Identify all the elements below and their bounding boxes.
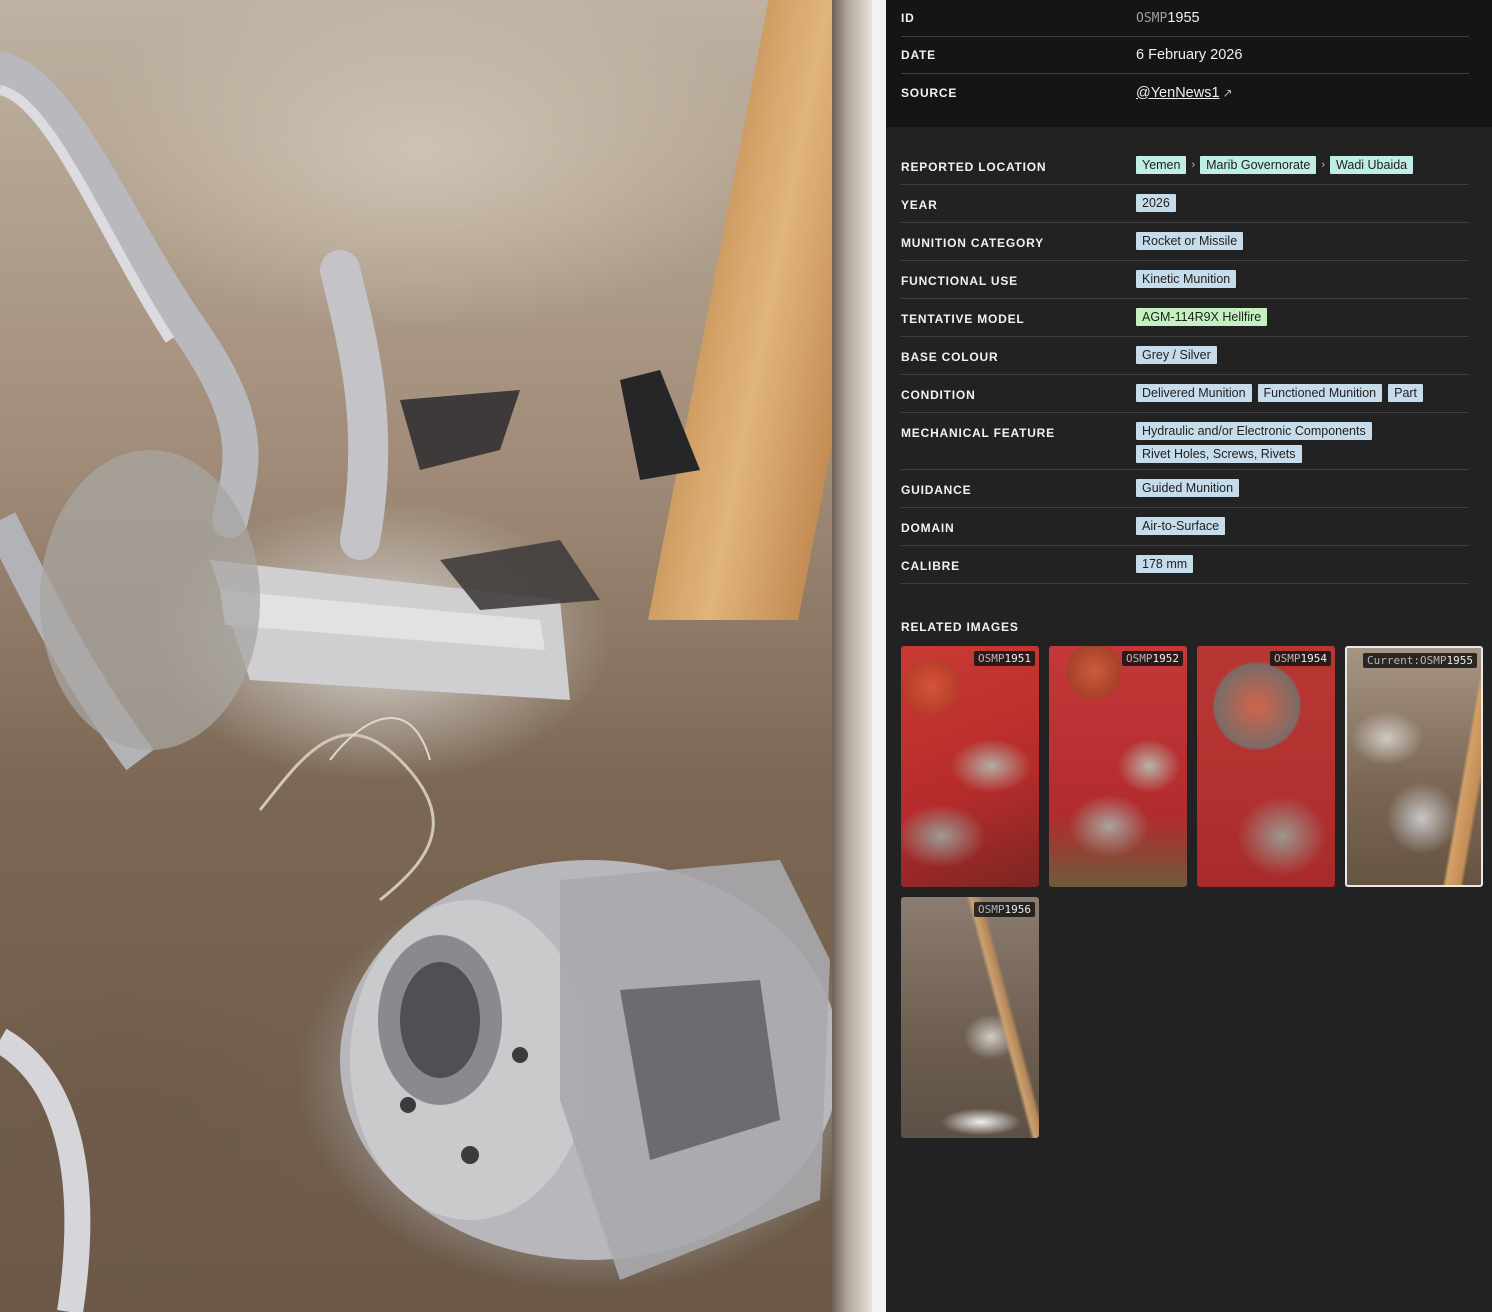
colour-row: BASE COLOUR Grey / Silver <box>901 337 1469 375</box>
condition-tag[interactable]: Functioned Munition <box>1257 384 1383 402</box>
photo-blurred-edge <box>832 0 872 1312</box>
guidance-tag[interactable]: Guided Munition <box>1136 479 1240 497</box>
thumbnail-caption: OSMP1952 <box>1122 651 1183 666</box>
domain-row: DOMAIN Air-to-Surface <box>901 508 1469 546</box>
id-label: ID <box>901 11 915 25</box>
condition-row: CONDITION Delivered Munition Functioned … <box>901 375 1469 413</box>
location-tag-place[interactable]: Wadi Ubaida <box>1330 156 1414 174</box>
functional-use-tag[interactable]: Kinetic Munition <box>1136 270 1237 288</box>
location-row: REPORTED LOCATION Yemen › Marib Governor… <box>901 147 1469 185</box>
category-tag[interactable]: Rocket or Missile <box>1136 232 1244 250</box>
thumbnail-caption: OSMP1951 <box>974 651 1035 666</box>
detail-panel: ID OSMP1955 DATE 6 February 2026 SOURCE … <box>886 0 1492 1312</box>
guidance-row: GUIDANCE Guided Munition <box>901 470 1469 508</box>
colour-tag[interactable]: Grey / Silver <box>1136 346 1217 364</box>
location-tags: Yemen › Marib Governorate › Wadi Ubaida <box>1136 156 1469 174</box>
id-prefix: OSMP <box>1136 11 1168 26</box>
functional-use-row: FUNCTIONAL USE Kinetic Munition <box>901 261 1469 299</box>
mechanical-row: MECHANICAL FEATURE Hydraulic and/or Elec… <box>901 413 1469 470</box>
category-row: MUNITION CATEGORY Rocket or Missile <box>901 223 1469 261</box>
related-thumbnail-current[interactable]: Current:OSMP1955 <box>1345 646 1483 887</box>
colour-label: BASE COLOUR <box>901 350 999 364</box>
thumbnail-caption: Current:OSMP1955 <box>1363 653 1477 668</box>
source-row: SOURCE @YenNews1 ↗ <box>901 74 1469 111</box>
year-tag[interactable]: 2026 <box>1136 194 1176 212</box>
functional-use-label: FUNCTIONAL USE <box>901 274 1018 288</box>
model-label: TENTATIVE MODEL <box>901 312 1025 326</box>
condition-label: CONDITION <box>901 388 976 402</box>
location-label: REPORTED LOCATION <box>901 160 1047 174</box>
related-images-title: RELATED IMAGES <box>901 620 1019 634</box>
model-tag[interactable]: AGM-114R9X Hellfire <box>1136 308 1268 326</box>
location-tag-governorate[interactable]: Marib Governorate <box>1200 156 1317 174</box>
source-link[interactable]: @YenNews1 <box>1136 85 1220 101</box>
calibre-row: CALIBRE 178 mm <box>901 546 1469 584</box>
record-header: ID OSMP1955 DATE 6 February 2026 SOURCE … <box>886 0 1492 127</box>
thumbnail-caption: OSMP1954 <box>1270 651 1331 666</box>
external-link-icon[interactable]: ↗ <box>1223 86 1233 100</box>
guidance-label: GUIDANCE <box>901 483 972 497</box>
attribute-table: REPORTED LOCATION Yemen › Marib Governor… <box>886 127 1492 584</box>
calibre-tag[interactable]: 178 mm <box>1136 555 1194 573</box>
related-thumbnail[interactable]: OSMP1956 <box>901 897 1039 1138</box>
year-row: YEAR 2026 <box>901 185 1469 223</box>
photo-debris <box>0 52 840 1312</box>
date-label: DATE <box>901 48 936 62</box>
id-row: ID OSMP1955 <box>901 0 1469 37</box>
chevron-right-icon: › <box>1321 159 1326 171</box>
id-number: 1955 <box>1167 10 1200 26</box>
calibre-label: CALIBRE <box>901 559 960 573</box>
year-label: YEAR <box>901 198 938 212</box>
main-photo[interactable] <box>0 0 872 1312</box>
id-value: OSMP1955 <box>1136 10 1200 26</box>
date-value: 6 February 2026 <box>1136 47 1243 63</box>
source-value: @YenNews1 ↗ <box>1136 85 1233 101</box>
mechanical-tag[interactable]: Hydraulic and/or Electronic Components <box>1136 422 1372 440</box>
condition-tag[interactable]: Part <box>1388 384 1424 402</box>
location-tag-country[interactable]: Yemen <box>1136 156 1187 174</box>
related-thumbnail[interactable]: OSMP1954 <box>1197 646 1335 887</box>
related-images-grid: OSMP1951 OSMP1952 OSMP1954 Current:OSMP1… <box>886 646 1492 1138</box>
domain-tag[interactable]: Air-to-Surface <box>1136 517 1226 535</box>
thumbnail-caption: OSMP1956 <box>974 902 1035 917</box>
category-label: MUNITION CATEGORY <box>901 236 1044 250</box>
domain-label: DOMAIN <box>901 521 955 535</box>
model-row: TENTATIVE MODEL AGM-114R9X Hellfire <box>901 299 1469 337</box>
date-row: DATE 6 February 2026 <box>901 37 1469 74</box>
related-thumbnail[interactable]: OSMP1951 <box>901 646 1039 887</box>
related-thumbnail[interactable]: OSMP1952 <box>1049 646 1187 887</box>
mechanical-label: MECHANICAL FEATURE <box>901 426 1055 440</box>
chevron-right-icon: › <box>1191 159 1196 171</box>
source-label: SOURCE <box>901 85 958 100</box>
mechanical-tag[interactable]: Rivet Holes, Screws, Rivets <box>1136 445 1302 463</box>
condition-tag[interactable]: Delivered Munition <box>1136 384 1252 402</box>
